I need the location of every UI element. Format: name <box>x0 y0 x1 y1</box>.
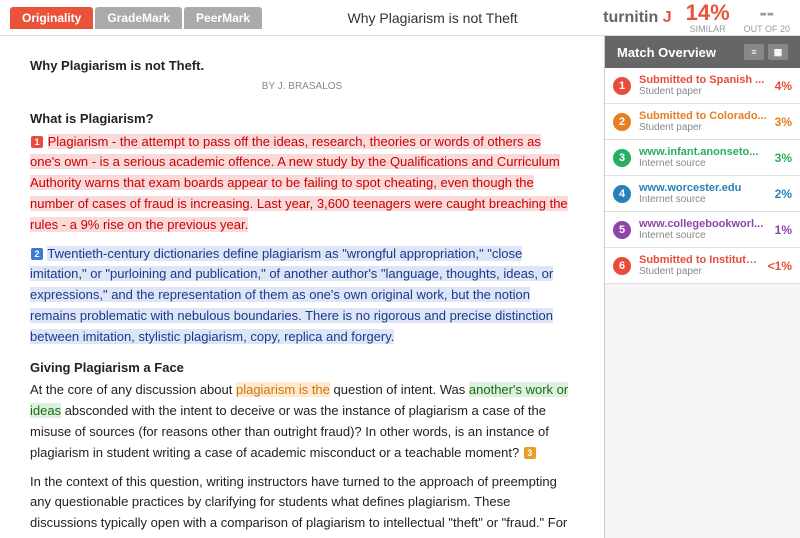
doc-title: Why Plagiarism is not Theft. <box>30 56 574 77</box>
para-4: In the context of this question, writing… <box>30 472 574 538</box>
similarity-stat: 14% SIMILAR <box>686 2 730 34</box>
match-number-5: 5 <box>613 221 631 239</box>
similarity-value: 14% <box>686 2 730 24</box>
match-item-5[interactable]: 5 www.collegebookworl... Internet source… <box>605 212 800 248</box>
match-type-5: Internet source <box>639 230 769 241</box>
section2-heading: Giving Plagiarism a Face <box>30 358 574 379</box>
note-3[interactable]: 3 <box>524 447 536 459</box>
highlight-3a: plagiarism is the <box>236 382 330 397</box>
match-info-5: www.collegebookworl... Internet source <box>639 218 769 241</box>
match-source-2: Submitted to Colorado... <box>639 110 769 122</box>
tab-peermark[interactable]: PeerMark <box>184 7 262 29</box>
app-header: Originality GradeMark PeerMark Why Plagi… <box>0 0 800 36</box>
match-source-3: www.infant.anonseto... <box>639 146 769 158</box>
match-number-4: 4 <box>613 185 631 203</box>
match-source-4: www.worcester.edu <box>639 182 769 194</box>
main-area: Why Plagiarism is not Theft. BY J. BRASA… <box>0 36 800 538</box>
match-type-2: Student paper <box>639 122 769 133</box>
match-type-1: Student paper <box>639 86 769 97</box>
highlight-1: Plagiarism - the attempt to pass off the… <box>30 134 568 232</box>
highlight-2: Twentieth-century dictionaries define pl… <box>30 246 553 344</box>
section1-heading: What is Plagiarism? <box>30 109 574 130</box>
match-number-3: 3 <box>613 149 631 167</box>
para-3: At the core of any discussion about plag… <box>30 380 574 463</box>
match-type-6: Student paper <box>639 266 762 277</box>
match-pct-6: <1% <box>768 259 792 273</box>
doc-author: BY J. BRASALOS <box>30 79 574 95</box>
note-1[interactable]: 1 <box>31 136 43 148</box>
para-1: 1 Plagiarism - the attempt to pass off t… <box>30 132 574 236</box>
match-number-6: 6 <box>613 257 631 275</box>
match-number-2: 2 <box>613 113 631 131</box>
match-info-6: Submitted to Institute ... Student paper <box>639 254 762 277</box>
document-area: Why Plagiarism is not Theft. BY J. BRASA… <box>0 36 605 538</box>
match-item-6[interactable]: 6 Submitted to Institute ... Student pap… <box>605 248 800 284</box>
match-info-4: www.worcester.edu Internet source <box>639 182 769 205</box>
para-2: 2 Twentieth-century dictionaries define … <box>30 244 574 348</box>
match-pct-5: 1% <box>775 223 792 237</box>
match-info-3: www.infant.anonseto... Internet source <box>639 146 769 169</box>
list-view-icon[interactable]: ≡ <box>744 44 764 60</box>
match-info-2: Submitted to Colorado... Student paper <box>639 110 769 133</box>
match-source-1: Submitted to Spanish ... <box>639 74 769 86</box>
sidebar-header: Match Overview ≡ ▦ <box>605 36 800 68</box>
match-info-1: Submitted to Spanish ... Student paper <box>639 74 769 97</box>
match-source-5: www.collegebookworl... <box>639 218 769 230</box>
match-item-2[interactable]: 2 Submitted to Colorado... Student paper… <box>605 104 800 140</box>
note-2[interactable]: 2 <box>31 248 43 260</box>
match-source-6: Submitted to Institute ... <box>639 254 762 266</box>
tab-grademark[interactable]: GradeMark <box>95 7 182 29</box>
match-number-1: 1 <box>613 77 631 95</box>
similarity-label: SIMILAR <box>690 24 726 34</box>
match-type-3: Internet source <box>639 158 769 169</box>
turnitin-logo: turnitin J <box>603 9 671 27</box>
tab-originality[interactable]: Originality <box>10 7 93 29</box>
out-of-stat: -- OUT OF 20 <box>744 2 790 34</box>
match-pct-1: 4% <box>775 79 792 93</box>
sidebar-header-icons: ≡ ▦ <box>744 44 788 60</box>
match-item-3[interactable]: 3 www.infant.anonseto... Internet source… <box>605 140 800 176</box>
match-item-4[interactable]: 4 www.worcester.edu Internet source 2% <box>605 176 800 212</box>
out-of-label: OUT OF 20 <box>744 24 790 34</box>
match-pct-4: 2% <box>775 187 792 201</box>
sidebar-header-label: Match Overview <box>617 45 716 60</box>
match-type-4: Internet source <box>639 194 769 205</box>
match-pct-3: 3% <box>775 151 792 165</box>
match-pct-2: 3% <box>775 115 792 129</box>
match-item-1[interactable]: 1 Submitted to Spanish ... Student paper… <box>605 68 800 104</box>
grid-view-icon[interactable]: ▦ <box>768 44 788 60</box>
header-stats: turnitin J 14% SIMILAR -- OUT OF 20 <box>603 2 790 34</box>
out-of-value: -- <box>759 2 774 24</box>
document-title: Why Plagiarism is not Theft <box>262 10 603 26</box>
sidebar: Match Overview ≡ ▦ 1 Submitted to Spanis… <box>605 36 800 538</box>
